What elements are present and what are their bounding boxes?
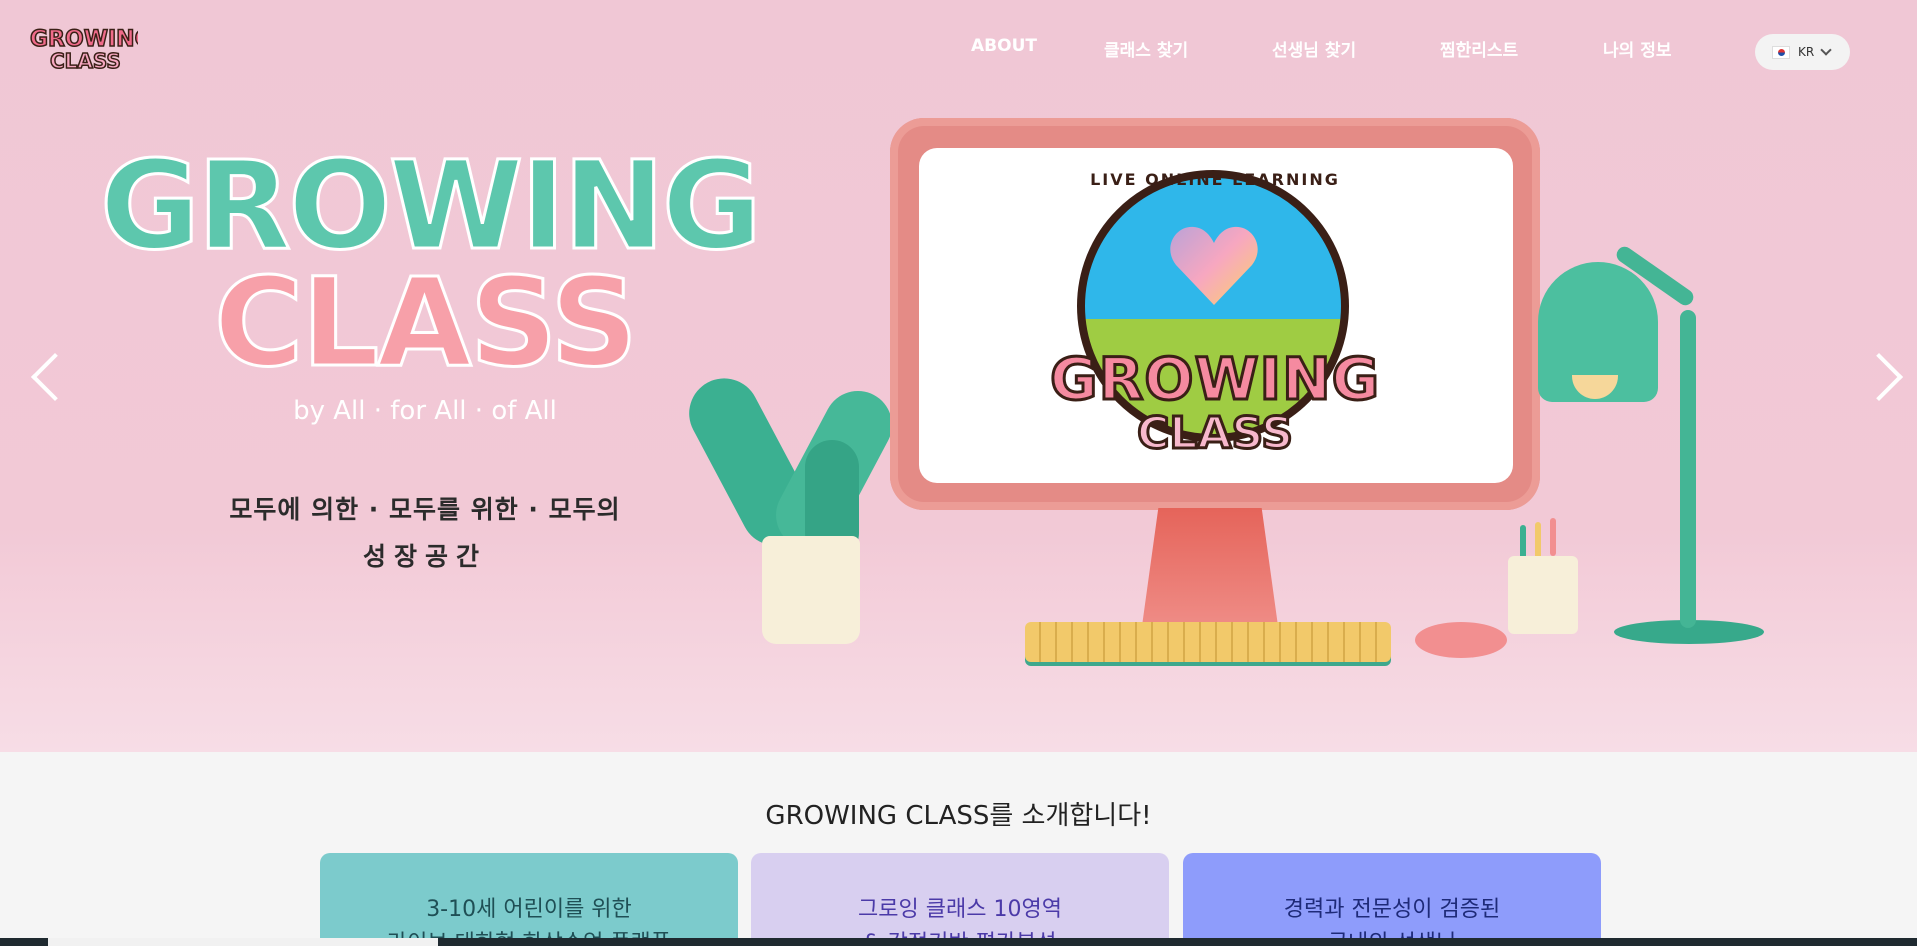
hero-title-line1: GROWING: [99, 135, 764, 277]
pencil: [1550, 518, 1556, 556]
nav-wishlist[interactable]: 찜한리스트: [1440, 36, 1518, 61]
intro-card-3[interactable]: 경력과 전문성이 검증된 국내외 선생님: [1183, 853, 1601, 946]
screen-logo-word2: CLASS: [1136, 408, 1295, 459]
pencil-holder: [1508, 556, 1578, 634]
hero-title-line2: CLASS: [213, 252, 640, 394]
screen-logo-word1: GROWING: [1049, 345, 1381, 413]
hero-tagline: by All · for All · of All: [293, 396, 557, 426]
plant-pot: [762, 536, 860, 644]
mouse: [1415, 622, 1507, 658]
pencil: [1535, 522, 1541, 560]
intro-card-1[interactable]: 3-10세 어린이를 위한 라이브 대화형 화상수업 플랫폼: [320, 853, 738, 946]
language-selector[interactable]: KR: [1755, 34, 1850, 70]
nav-my-info[interactable]: 나의 정보: [1603, 36, 1671, 61]
keyboard: [1025, 622, 1391, 662]
korea-flag-icon: [1772, 45, 1790, 59]
main-nav: ABOUT 클래스 찾기 선생님 찾기 찜한리스트 나의 정보: [0, 36, 1917, 61]
hero-korean-line1: 모두에 의한 · 모두를 위한 · 모두의: [229, 495, 621, 524]
card-line1: 3-10세 어린이를 위한: [426, 897, 632, 922]
nav-about[interactable]: ABOUT: [971, 36, 1037, 56]
card-line1: 경력과 전문성이 검증된: [1283, 897, 1501, 922]
taskbar: [0, 938, 1917, 946]
monitor-stand: [1142, 508, 1278, 626]
badge-arc-text: LIVE ONLINE LEARNING: [1090, 170, 1340, 189]
nav-find-teacher[interactable]: 선생님 찾기: [1272, 36, 1356, 61]
intro-title: GROWING CLASS를 소개합니다!: [765, 801, 1152, 831]
carousel-prev-icon[interactable]: [30, 352, 80, 402]
chevron-down-icon: [1820, 44, 1832, 56]
card-line1: 그로잉 클래스 10영역: [858, 897, 1062, 922]
carousel-next-icon[interactable]: [1854, 352, 1904, 402]
lamp-pole: [1680, 310, 1696, 628]
nav-find-class[interactable]: 클래스 찾기: [1104, 36, 1188, 61]
intro-card-2[interactable]: 그로잉 클래스 10영역 & 강점기반 평가분석: [751, 853, 1169, 946]
hero-korean-line2: 성장공간: [362, 542, 487, 571]
taskbar-window[interactable]: [48, 938, 438, 946]
language-label: KR: [1798, 45, 1815, 59]
hero-banner: GROWING CLASS ABOUT 클래스 찾기 선생님 찾기 찜한리스트 …: [0, 0, 1917, 752]
